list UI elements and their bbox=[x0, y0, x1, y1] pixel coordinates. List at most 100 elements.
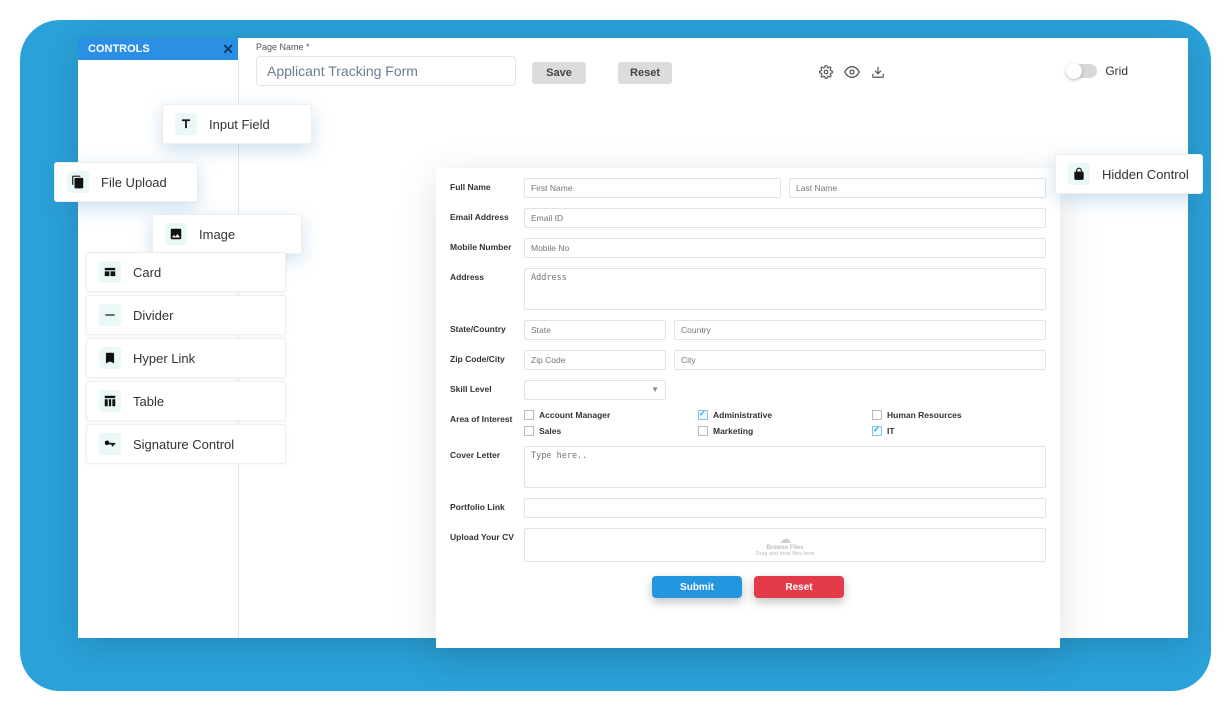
card-icon bbox=[99, 261, 121, 283]
submit-button[interactable]: Submit bbox=[652, 576, 742, 598]
zip-input[interactable] bbox=[524, 350, 666, 370]
table-icon bbox=[99, 390, 121, 412]
label-skill: Skill Level bbox=[450, 380, 514, 394]
chip-label: File Upload bbox=[101, 175, 167, 190]
mobile-input[interactable] bbox=[524, 238, 1046, 258]
close-icon[interactable]: ✕ bbox=[222, 38, 234, 60]
control-chip-image[interactable]: Image bbox=[152, 214, 302, 254]
grid-toggle-label: Grid bbox=[1105, 64, 1128, 78]
control-chip-table[interactable]: Table bbox=[86, 381, 286, 421]
upload-dropzone[interactable]: ☁ Browse Files Drag and drop files here bbox=[524, 528, 1046, 562]
skill-select[interactable] bbox=[524, 380, 666, 400]
chip-label: Hidden Control bbox=[1102, 167, 1189, 182]
checkbox-icon bbox=[872, 426, 882, 436]
page-name-input[interactable] bbox=[256, 56, 516, 86]
chip-label: Divider bbox=[133, 308, 173, 323]
control-chip-divider[interactable]: Divider bbox=[86, 295, 286, 335]
label-full-name: Full Name bbox=[450, 178, 514, 192]
label-portfolio: Portfolio Link bbox=[450, 498, 514, 512]
reset-button[interactable]: Reset bbox=[618, 62, 672, 84]
portfolio-input[interactable] bbox=[524, 498, 1046, 518]
chip-label: Hyper Link bbox=[133, 351, 195, 366]
row-mobile: Mobile Number bbox=[450, 238, 1046, 258]
row-interest: Area of Interest Account Manager Adminis… bbox=[450, 410, 1046, 436]
check-administrative[interactable]: Administrative bbox=[698, 410, 872, 420]
grid-toggle[interactable]: Grid bbox=[1067, 64, 1128, 78]
form-preview: Full Name Email Address Mobile Number Ad… bbox=[436, 168, 1060, 648]
row-portfolio: Portfolio Link bbox=[450, 498, 1046, 518]
checkbox-icon bbox=[872, 410, 882, 420]
check-marketing[interactable]: Marketing bbox=[698, 426, 872, 436]
control-chip-hyperlink[interactable]: Hyper Link bbox=[86, 338, 286, 378]
check-account-manager[interactable]: Account Manager bbox=[524, 410, 698, 420]
interest-checks: Account Manager Administrative Human Res… bbox=[524, 410, 1046, 436]
check-label: Sales bbox=[539, 426, 561, 436]
label-upload: Upload Your CV bbox=[450, 528, 514, 542]
row-email: Email Address bbox=[450, 208, 1046, 228]
row-full-name: Full Name bbox=[450, 178, 1046, 198]
check-label: IT bbox=[887, 426, 895, 436]
page-name-label: Page Name * bbox=[256, 42, 310, 52]
checkbox-icon bbox=[698, 426, 708, 436]
state-input[interactable] bbox=[524, 320, 666, 340]
label-email: Email Address bbox=[450, 208, 514, 222]
city-input[interactable] bbox=[674, 350, 1046, 370]
check-label: Account Manager bbox=[539, 410, 610, 420]
row-cover-letter: Cover Letter bbox=[450, 446, 1046, 488]
row-state-country: State/Country bbox=[450, 320, 1046, 340]
check-human-resources[interactable]: Human Resources bbox=[872, 410, 1046, 420]
control-chip-file-upload[interactable]: File Upload bbox=[54, 162, 198, 202]
upload-drag-text: Drag and drop files here bbox=[755, 551, 814, 557]
row-address: Address bbox=[450, 268, 1046, 310]
cover-textarea[interactable] bbox=[524, 446, 1046, 488]
check-it[interactable]: IT bbox=[872, 426, 1046, 436]
country-input[interactable] bbox=[674, 320, 1046, 340]
export-icon[interactable] bbox=[870, 64, 886, 80]
row-upload-cv: Upload Your CV ☁ Browse Files Drag and d… bbox=[450, 528, 1046, 562]
controls-panel-header: CONTROLS ✕ bbox=[78, 38, 238, 60]
control-chip-signature[interactable]: Signature Control bbox=[86, 424, 286, 464]
top-bar: Page Name * Save Reset Grid bbox=[246, 38, 1188, 98]
checkbox-icon bbox=[524, 410, 534, 420]
lock-icon bbox=[1068, 163, 1090, 185]
controls-panel-title: CONTROLS bbox=[88, 43, 150, 55]
preview-icon[interactable] bbox=[844, 64, 860, 80]
first-name-input[interactable] bbox=[524, 178, 781, 198]
check-label: Administrative bbox=[713, 410, 772, 420]
chip-label: Image bbox=[199, 227, 235, 242]
label-zip-city: Zip Code/City bbox=[450, 350, 514, 364]
file-icon bbox=[67, 171, 89, 193]
label-interest: Area of Interest bbox=[450, 410, 514, 424]
label-mobile: Mobile Number bbox=[450, 238, 514, 252]
last-name-input[interactable] bbox=[789, 178, 1046, 198]
divider-icon bbox=[99, 304, 121, 326]
chip-label: Table bbox=[133, 394, 164, 409]
checkbox-icon bbox=[524, 426, 534, 436]
text-icon bbox=[175, 113, 197, 135]
label-cover: Cover Letter bbox=[450, 446, 514, 460]
control-chip-card[interactable]: Card bbox=[86, 252, 286, 292]
cloud-upload-icon: ☁ bbox=[779, 533, 791, 545]
control-chip-hidden[interactable]: Hidden Control bbox=[1055, 154, 1203, 194]
chip-label: Signature Control bbox=[133, 437, 234, 452]
save-button[interactable]: Save bbox=[532, 62, 586, 84]
toggle-track[interactable] bbox=[1067, 64, 1097, 78]
control-chip-input-field[interactable]: Input Field bbox=[162, 104, 312, 144]
chip-label: Card bbox=[133, 265, 161, 280]
key-icon bbox=[99, 433, 121, 455]
form-reset-button[interactable]: Reset bbox=[754, 576, 844, 598]
check-sales[interactable]: Sales bbox=[524, 426, 698, 436]
toggle-knob bbox=[1066, 63, 1082, 79]
address-textarea[interactable] bbox=[524, 268, 1046, 310]
bookmark-icon bbox=[99, 347, 121, 369]
check-label: Human Resources bbox=[887, 410, 962, 420]
gear-icon[interactable] bbox=[818, 64, 834, 80]
row-zip-city: Zip Code/City bbox=[450, 350, 1046, 370]
label-state-country: State/Country bbox=[450, 320, 514, 334]
chip-label: Input Field bbox=[209, 117, 270, 132]
top-icons bbox=[818, 64, 886, 80]
email-input[interactable] bbox=[524, 208, 1046, 228]
form-buttons: Submit Reset bbox=[450, 576, 1046, 598]
check-label: Marketing bbox=[713, 426, 753, 436]
image-icon bbox=[165, 223, 187, 245]
